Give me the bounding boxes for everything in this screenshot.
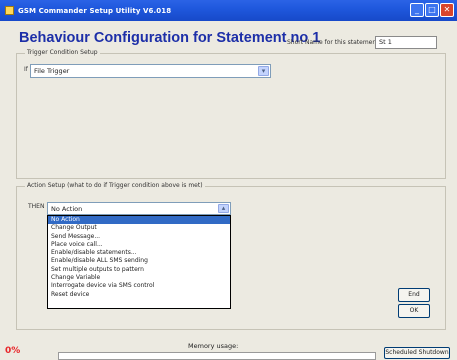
memory-usage-label: Memory usage:	[188, 342, 239, 350]
action-option[interactable]: Enable/disable ALL SMS sending	[48, 257, 230, 265]
chevron-down-icon[interactable]: ▾	[258, 66, 269, 76]
action-select[interactable]: No Action ▴	[47, 202, 231, 215]
memory-usage-bar	[58, 352, 376, 360]
action-option[interactable]: Change Output	[48, 224, 230, 232]
memory-percent: 0%	[5, 346, 21, 356]
close-button[interactable]: ✕	[440, 3, 454, 17]
end-button[interactable]: End	[398, 288, 430, 302]
action-option[interactable]: Change Variable	[48, 274, 230, 282]
trigger-select[interactable]: File Trigger ▾	[30, 64, 271, 78]
if-label: If	[24, 66, 28, 73]
action-group-legend: Action Setup (what to do if Trigger cond…	[25, 182, 205, 189]
action-option[interactable]: Enable/disable statements...	[48, 249, 230, 257]
trigger-select-value: File Trigger	[34, 67, 70, 75]
short-name-label: Short Name for this statement:	[287, 39, 381, 46]
action-option[interactable]: Send Message...	[48, 233, 230, 241]
action-option[interactable]: Interrogate device via SMS control	[48, 282, 230, 290]
scheduled-shutdown-button[interactable]: Scheduled Shutdown	[384, 347, 450, 359]
then-label: THEN	[28, 203, 45, 210]
restore-button[interactable]: □	[425, 3, 439, 17]
minimize-button[interactable]: _	[410, 3, 424, 17]
action-option[interactable]: Set multiple outputs to pattern	[48, 266, 230, 274]
ok-button[interactable]: OK	[398, 304, 430, 318]
trigger-group-legend: Trigger Condition Setup	[25, 49, 100, 56]
short-name-input[interactable]: St 1	[375, 36, 437, 49]
action-option[interactable]: No Action	[48, 216, 230, 225]
action-option[interactable]: Place voice call...	[48, 241, 230, 249]
action-select-value: No Action	[51, 205, 83, 213]
window-controls: _ □ ✕	[410, 3, 454, 17]
gsm-app-icon	[5, 6, 14, 15]
window-titlebar: GSM Commander Setup Utility V6.018 _ □ ✕	[0, 0, 457, 21]
window-title: GSM Commander Setup Utility V6.018	[18, 6, 172, 15]
action-dropdown-list[interactable]: No Action Change Output Send Message... Pla…	[47, 215, 231, 309]
page-title: Behaviour Configuration for Statement no…	[19, 30, 321, 46]
action-option[interactable]: Reset device	[48, 291, 230, 299]
chevron-down-icon[interactable]: ▴	[218, 204, 229, 213]
